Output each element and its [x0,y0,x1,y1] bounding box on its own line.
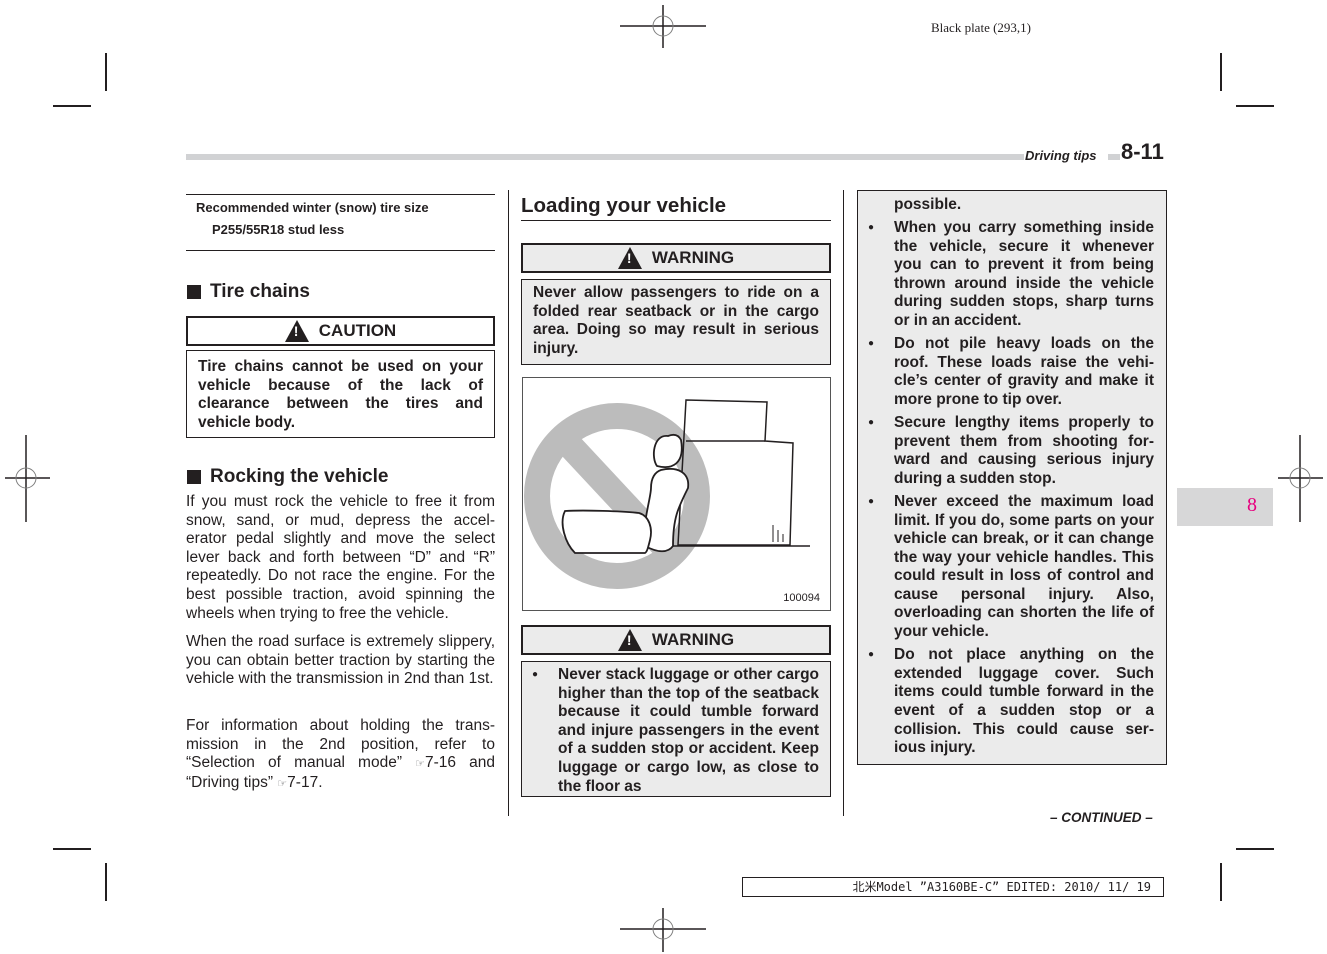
heading-square-icon [187,285,201,299]
warning-triangle-icon [284,320,309,342]
registration-mark-bottom [620,908,706,952]
section-heading-rocking: Rocking the vehicle [187,466,388,488]
warning-label: WARNING [651,630,735,649]
edit-info-box: 北米Model ”A3160BE-C” EDITED: 2010/ 11/ 19 [742,877,1164,897]
figure-id: 100094 [783,592,820,604]
crop-mark [105,53,107,91]
spec-table-top-rule [186,194,495,195]
column-divider [508,190,509,816]
warning-bullet-item: When you carry something inside the vehi… [858,219,1154,331]
warning-bullet-list: When you carry something inside the vehi… [858,219,1154,758]
crop-mark [105,863,107,901]
warning-triangle-icon [617,247,642,269]
tire-spec-value: P255/55R18 stud less [212,222,345,237]
prohibited-sign-illustration [524,399,810,589]
chapter-tab[interactable]: 8 [1177,488,1273,526]
registration-mark-top [620,5,706,48]
section-title: Driving tips [1025,148,1097,163]
warning-bullet-item: Never stack luggage or other cargo highe… [522,666,819,796]
caution-banner: CAUTION [186,316,495,346]
page-reference-link[interactable]: 7-17 [287,774,318,791]
column-divider [843,190,844,816]
page-number: 8-11 [1121,139,1164,164]
page-reference-link[interactable]: 7-16 [425,754,456,771]
warning-banner: WARNING [521,625,831,655]
warning-bullet-item: Do not pile heavy loads on the roof. The… [858,335,1154,409]
plate-label: Black plate (293,1) [931,20,1031,35]
continued-label: – CONTINUED – [1050,810,1153,825]
rocking-paragraph-1: If you must rock the vehicle to free it … [186,493,495,622]
registration-mark-right [1278,435,1323,522]
warning-bullet-item: Never exceed the maximum load limit. If … [858,493,1154,642]
heading-text: Rocking the vehicle [210,466,389,487]
warning-message-continued: possible. When you carry something insid… [857,190,1167,765]
illustration-no-passengers-in-cargo: 100094 [522,377,831,611]
crop-mark [53,848,91,850]
caution-message: Tire chains cannot be used on your vehic… [186,350,495,438]
warning-bullet-item: Do not place anything on the extended lu… [858,646,1154,758]
crop-mark [1236,848,1274,850]
rocking-paragraph-3: For information about holding the trans-… [186,717,495,793]
spec-table-bottom-rule [186,250,495,251]
warning-bullet-list: Never stack luggage or other cargo highe… [522,666,819,796]
continuation-text: possible. [894,196,962,213]
chapter-tab-number: 8 [1247,494,1257,516]
header-bar [1108,154,1120,160]
warning-message: Never stack luggage or other cargo highe… [521,661,831,797]
heading-underline [521,220,831,221]
tire-spec-title: Recommended winter (snow) tire size [196,200,429,215]
reference-hand-icon: ☞ [415,758,425,771]
header-bar [186,154,1024,160]
section-heading-loading: Loading your vehicle [521,194,727,217]
heading-square-icon [187,470,201,484]
crop-mark [1236,105,1274,107]
reference-hand-icon: ☞ [277,777,288,790]
heading-text: Tire chains [210,281,310,302]
paragraph-text: . [318,773,323,791]
crop-mark [53,105,91,107]
warning-triangle-icon [617,629,642,651]
caution-label: CAUTION [318,321,397,340]
crop-mark [1220,863,1222,901]
registration-mark-left [5,435,50,522]
section-heading-tire-chains: Tire chains [187,281,310,303]
warning-bullet-item: Secure lengthy items properly to prevent… [858,414,1154,488]
warning-message: Never allow passengers to ride on a fold… [521,279,831,365]
warning-label: WARNING [651,248,735,267]
rocking-paragraph-2: When the road surface is extremely slipp… [186,633,495,688]
crop-mark [1220,53,1222,91]
warning-banner: WARNING [521,243,831,273]
